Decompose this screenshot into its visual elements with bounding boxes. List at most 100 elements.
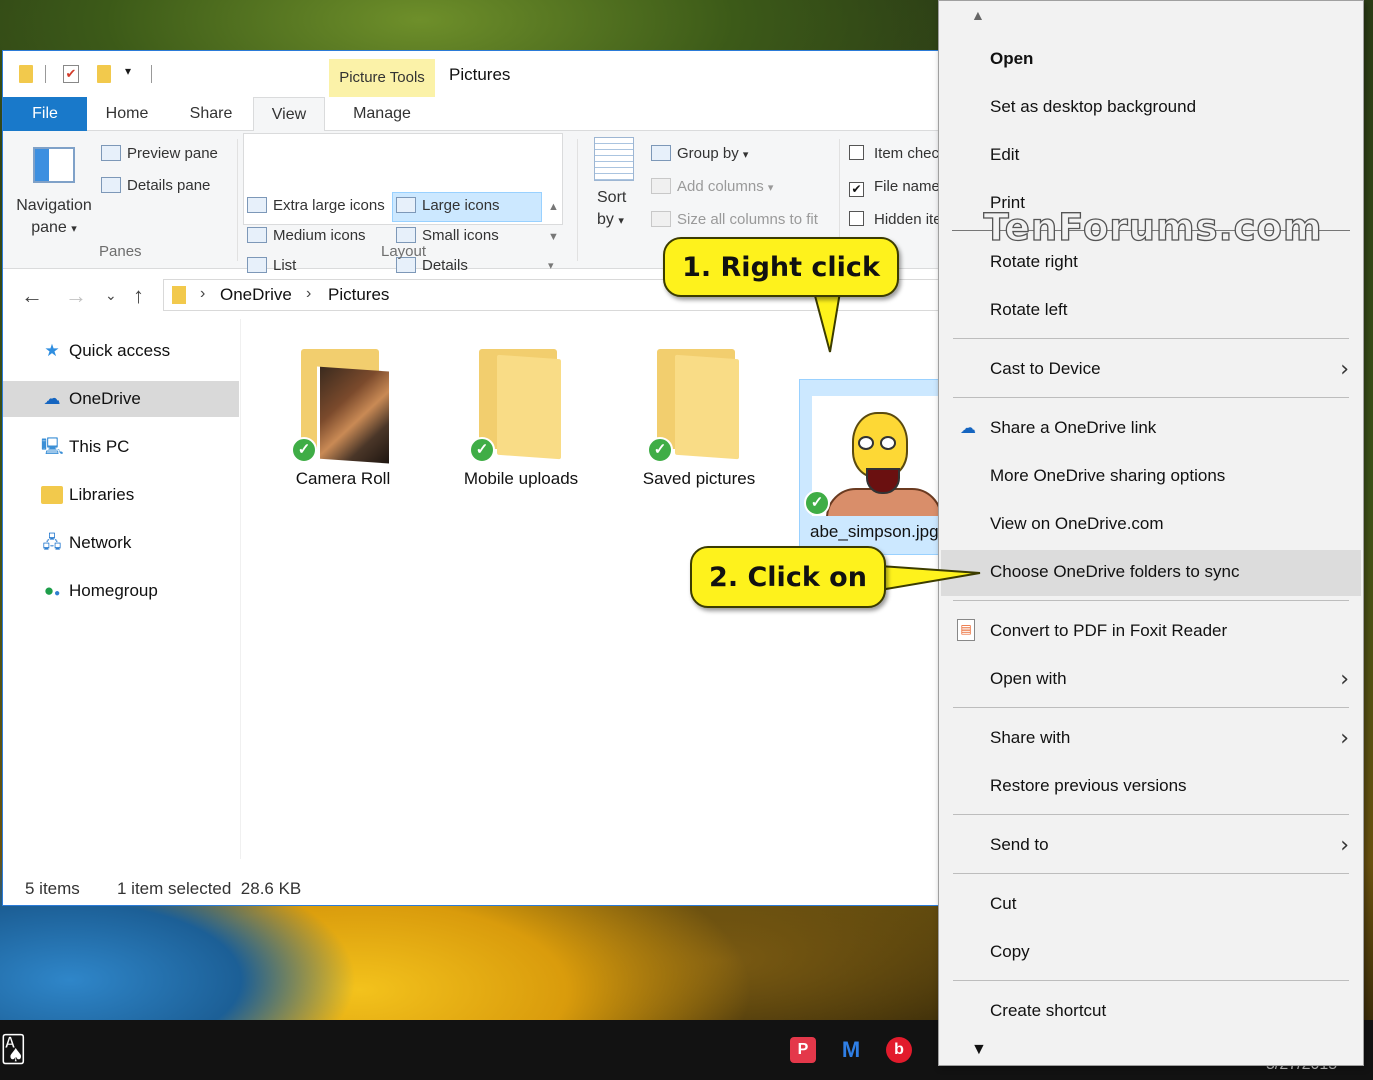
menu-item-edit[interactable]: Edit (941, 133, 1361, 179)
menu-item-share-onedrive-link[interactable]: ☁ Share a OneDrive link (941, 406, 1361, 452)
tab-home[interactable]: Home (95, 97, 159, 131)
navigation-pane-button[interactable]: Navigation pane ▾ (16, 195, 92, 240)
star-icon: ★ (44, 341, 60, 360)
sort-by-button[interactable]: Sort by ▾ (597, 187, 626, 232)
group-separator (577, 139, 578, 261)
menu-item-share-with[interactable]: Share with › (941, 716, 1361, 762)
menu-item-more-onedrive-sharing[interactable]: More OneDrive sharing options (941, 454, 1361, 500)
image-thumbnail (812, 396, 948, 516)
sidebar-item-libraries[interactable]: Libraries (3, 477, 239, 513)
folder-icon (19, 65, 33, 83)
menu-scroll-up-icon[interactable]: ▲ (971, 7, 985, 23)
menu-item-create-shortcut[interactable]: Create shortcut (941, 989, 1361, 1035)
context-menu: ▲ Open Set as desktop background Edit Pr… (938, 0, 1364, 1066)
sidebar-item-label: Libraries (69, 485, 135, 504)
extra-large-icons-option[interactable]: Extra large icons (247, 197, 385, 214)
file-item-label: Saved pictures (642, 469, 756, 488)
sidebar-item-this-pc[interactable]: 🖳 This PC (3, 429, 239, 465)
file-name-extensions-option[interactable]: ✔ File name (849, 178, 940, 197)
beats-music-icon[interactable]: b (886, 1037, 912, 1063)
properties-checkmark-icon[interactable]: ✔ (63, 65, 79, 83)
medium-icons-option[interactable]: Medium icons (247, 227, 366, 244)
up-arrow-icon[interactable]: ↑ (133, 283, 144, 309)
malwarebytes-icon[interactable]: M (838, 1037, 864, 1063)
menu-item-send-to[interactable]: Send to › (941, 823, 1361, 869)
item-count-status: 5 items (25, 879, 80, 898)
menu-item-restore-previous-versions[interactable]: Restore previous versions (941, 764, 1361, 810)
sidebar-item-onedrive[interactable]: ☁ OneDrive (3, 381, 239, 417)
item-check-boxes-option[interactable]: Item chec (849, 145, 939, 162)
add-columns-icon (651, 178, 671, 194)
menu-separator (953, 814, 1349, 815)
menu-scroll-down-icon[interactable]: ▼ (971, 1041, 987, 1059)
file-name-extensions-checkbox[interactable]: ✔ (849, 182, 864, 197)
sidebar-item-network[interactable]: 🖧 Network (3, 525, 239, 561)
add-columns-button[interactable]: Add columns ▾ (651, 178, 773, 195)
large-icons-icon (396, 197, 416, 213)
extra-large-icons-label: Extra large icons (273, 197, 385, 214)
sidebar-item-quick-access[interactable]: ★ Quick access (3, 333, 239, 369)
sync-status-check-icon: ✓ (469, 437, 495, 463)
tab-manage[interactable]: Manage (341, 97, 423, 131)
breadcrumb-chevron-icon[interactable]: › (306, 285, 311, 303)
customize-toolbar-chevron-icon[interactable]: ▾ (125, 64, 131, 78)
group-by-label: Group by (677, 145, 739, 162)
quick-access-toolbar: ✔ ▾ Picture Tools Pictures (3, 51, 951, 97)
group-by-button[interactable]: Group by ▾ (651, 145, 748, 162)
menu-item-cut[interactable]: Cut (941, 882, 1361, 928)
menu-item-convert-to-pdf[interactable]: ▤ Convert to PDF in Foxit Reader (941, 609, 1361, 655)
callout-step-2: 2. Click on (690, 546, 886, 608)
hidden-items-option[interactable]: Hidden ite (849, 211, 942, 228)
onedrive-cloud-icon: ☁ (960, 420, 976, 437)
menu-separator (953, 338, 1349, 339)
tab-share[interactable]: Share (179, 97, 243, 131)
sidebar-item-homegroup[interactable]: ●● Homegroup (3, 573, 239, 609)
hidden-items-label: Hidden ite (874, 211, 942, 228)
sort-by-icon[interactable] (594, 137, 634, 181)
sidebar-item-label: This PC (69, 437, 130, 456)
menu-item-open[interactable]: Open (941, 37, 1361, 83)
preview-pane-button[interactable]: Preview pane (101, 145, 218, 162)
navigation-pane-icon[interactable] (33, 147, 75, 183)
details-pane-button[interactable]: Details pane (101, 177, 210, 194)
item-check-boxes-label: Item chec (874, 145, 940, 162)
large-icons-option[interactable]: Large icons (396, 197, 500, 214)
file-item-mobile-uploads[interactable]: ✓ Mobile uploads (441, 327, 601, 503)
solitaire-cards-icon[interactable]: 🂡 (0, 1034, 30, 1064)
new-folder-icon[interactable] (97, 65, 111, 83)
small-icons-option[interactable]: Small icons (396, 227, 499, 244)
menu-item-set-desktop-background[interactable]: Set as desktop background (941, 85, 1361, 131)
menu-item-open-with[interactable]: Open with › (941, 657, 1361, 703)
file-item-abe-simpson[interactable]: ✓ abe_simpson.jpg (799, 379, 951, 555)
breadcrumb-onedrive[interactable]: OneDrive (220, 285, 292, 305)
layout-scroll-down-icon[interactable]: ▼ (548, 231, 559, 243)
dropdown-arrow-icon: ▾ (618, 215, 624, 227)
forward-arrow-icon[interactable]: → (65, 283, 87, 309)
file-item-saved-pictures[interactable]: ✓ Saved pictures (619, 327, 779, 503)
pocket-app-icon[interactable]: P (790, 1037, 816, 1063)
file-item-camera-roll[interactable]: ✓ Camera Roll (263, 327, 423, 503)
breadcrumb-chevron-icon[interactable]: › (200, 285, 205, 303)
menu-item-view-on-onedrive[interactable]: View on OneDrive.com (941, 502, 1361, 548)
recent-locations-chevron-icon[interactable]: ⌄ (105, 287, 117, 304)
item-check-boxes-checkbox[interactable] (849, 145, 864, 160)
menu-item-label: Send to (990, 835, 1049, 854)
menu-item-rotate-left[interactable]: Rotate left (941, 288, 1361, 334)
size-columns-icon (651, 211, 671, 227)
tab-view[interactable]: View (253, 97, 325, 132)
submenu-chevron-right-icon: › (1340, 357, 1349, 382)
submenu-chevron-right-icon: › (1340, 726, 1349, 751)
hidden-items-checkbox[interactable] (849, 211, 864, 226)
tab-file[interactable]: File (3, 97, 87, 131)
size-all-columns-button[interactable]: Size all columns to fit (651, 211, 818, 228)
menu-item-cast-to-device[interactable]: Cast to Device › (941, 347, 1361, 393)
menu-item-copy[interactable]: Copy (941, 930, 1361, 976)
breadcrumb-pictures[interactable]: Pictures (328, 285, 389, 305)
dropdown-arrow-icon: ▾ (767, 182, 774, 194)
layout-scroll-up-icon[interactable]: ▲ (548, 201, 559, 213)
menu-item-choose-onedrive-folders[interactable]: Choose OneDrive folders to sync (941, 550, 1361, 596)
back-arrow-icon[interactable]: ← (21, 283, 43, 309)
folder-front-icon (675, 354, 739, 460)
toolbar-separator (151, 65, 152, 83)
details-pane-icon (101, 177, 121, 193)
